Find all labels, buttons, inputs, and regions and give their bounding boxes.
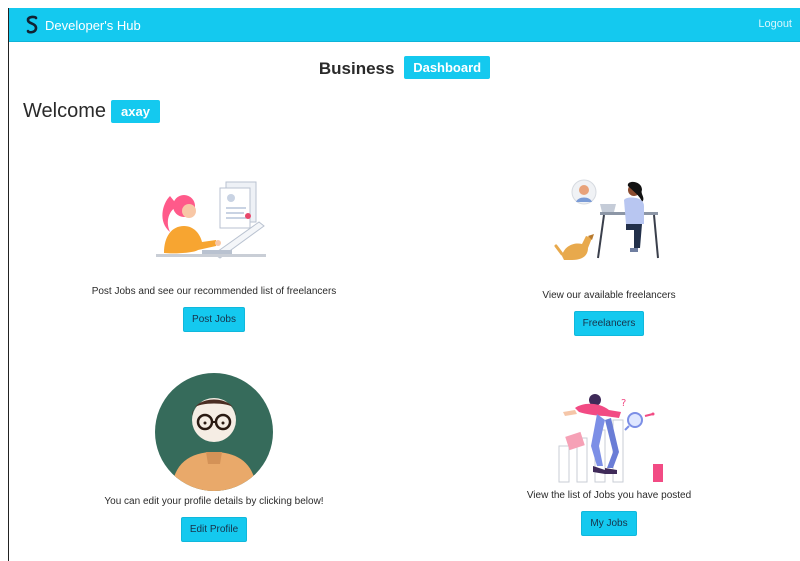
freelancer-with-dog-illustration: [554, 179, 659, 260]
my-jobs-card: ? View the list of Jobs you have posted …: [499, 390, 719, 536]
freelancers-card: View our available freelancers Freelance…: [499, 178, 719, 336]
freelancers-button[interactable]: Freelancers: [573, 311, 645, 336]
navbar: Developer's Hub Logout: [9, 8, 800, 42]
post-jobs-text: Post Jobs and see our recommended list o…: [91, 286, 337, 297]
username-badge: axay: [111, 100, 160, 123]
freelancers-text: View our available freelancers: [542, 290, 676, 301]
job-search-illustration: ?: [558, 394, 663, 483]
woman-at-laptop-illustration: [156, 181, 266, 259]
brand-link[interactable]: Developer's Hub: [25, 15, 141, 35]
edit-profile-text: You can edit your profile details by cli…: [104, 496, 324, 507]
post-jobs-card: Post Jobs and see our recommended list o…: [79, 178, 349, 332]
svg-text:?: ?: [621, 398, 626, 409]
page-title: Business Dashboard: [9, 56, 800, 79]
app-frame: Developer's Hub Logout Business Dashboar…: [8, 8, 800, 561]
brand-logo-icon: [26, 15, 38, 34]
my-jobs-button[interactable]: My Jobs: [581, 511, 637, 536]
post-jobs-button[interactable]: Post Jobs: [183, 307, 245, 332]
dashboard-badge: Dashboard: [404, 56, 491, 79]
page-title-text: Business: [318, 59, 395, 78]
logout-link[interactable]: Logout: [758, 18, 792, 30]
brand-name: Developer's Hub: [45, 17, 141, 33]
profile-avatar-illustration: [155, 373, 273, 491]
my-jobs-text: View the list of Jobs you have posted: [526, 490, 692, 501]
edit-profile-button[interactable]: Edit Profile: [180, 517, 248, 542]
welcome-text: Welcome: [23, 100, 106, 122]
welcome-heading: Welcome axay: [23, 100, 160, 123]
edit-profile-card: You can edit your profile details by cli…: [79, 372, 349, 542]
